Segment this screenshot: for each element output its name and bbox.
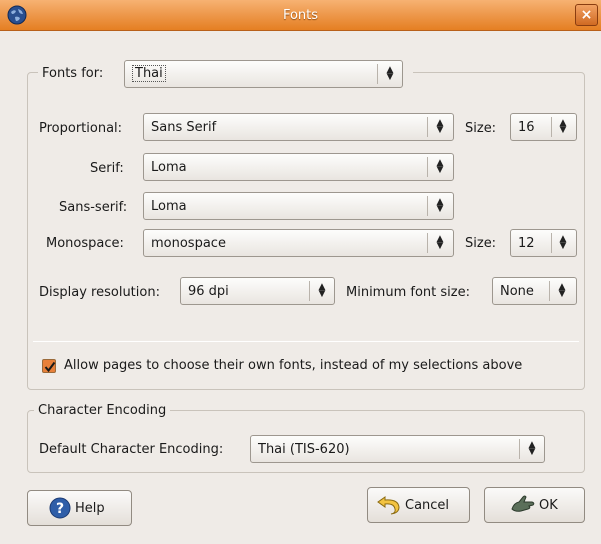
combo-arrows-icon: ▲ ▼ bbox=[436, 158, 444, 175]
fonts-for-label: Fonts for: bbox=[42, 66, 104, 81]
sans-serif-label: Sans-serif: bbox=[59, 200, 128, 215]
combo-separator bbox=[427, 157, 428, 177]
allow-pages-label[interactable]: Allow pages to choose their own fonts, i… bbox=[64, 358, 522, 373]
combo-separator bbox=[377, 64, 378, 84]
combo-arrows-icon: ▲ ▼ bbox=[559, 118, 567, 135]
default-encoding-label: Default Character Encoding: bbox=[39, 442, 224, 457]
combo-separator bbox=[427, 196, 428, 216]
ok-button[interactable]: OK bbox=[484, 487, 585, 523]
minimum-font-size-label: Minimum font size: bbox=[346, 285, 470, 300]
fonts-for-legend: Fonts for: Thai ▲ ▼ bbox=[38, 60, 413, 90]
default-encoding-select[interactable]: Thai (TIS-620) ▲ ▼ bbox=[250, 435, 545, 463]
combo-separator bbox=[309, 281, 310, 301]
proportional-label: Proportional: bbox=[39, 121, 123, 136]
monospace-size-select[interactable]: 12 ▲ ▼ bbox=[510, 229, 577, 257]
section-divider bbox=[33, 341, 579, 342]
fonts-for-value: Thai bbox=[132, 65, 166, 82]
character-encoding-legend: Character Encoding bbox=[34, 403, 171, 418]
help-label: Help bbox=[75, 501, 105, 516]
help-button[interactable]: ? Help bbox=[27, 490, 132, 526]
ok-label: OK bbox=[539, 498, 558, 513]
sans-serif-select[interactable]: Loma ▲ ▼ bbox=[143, 192, 454, 220]
fonts-for-select[interactable]: Thai ▲ ▼ bbox=[124, 60, 403, 88]
serif-value: Loma bbox=[151, 160, 187, 175]
fonts-dialog: Fonts × Fonts for: Thai ▲ ▼ Proportional:… bbox=[0, 0, 601, 544]
combo-separator bbox=[519, 439, 520, 459]
combo-separator bbox=[551, 117, 552, 137]
serif-select[interactable]: Loma ▲ ▼ bbox=[143, 153, 454, 181]
minimum-font-size-select[interactable]: None ▲ ▼ bbox=[492, 277, 577, 305]
window-title: Fonts bbox=[282, 8, 319, 23]
combo-separator bbox=[549, 281, 550, 301]
default-encoding-value: Thai (TIS-620) bbox=[258, 442, 350, 457]
combo-separator bbox=[427, 233, 428, 253]
proportional-size-label: Size: bbox=[465, 121, 497, 136]
combo-arrows-icon: ▲ ▼ bbox=[386, 65, 394, 82]
cancel-label: Cancel bbox=[405, 498, 450, 513]
display-resolution-select[interactable]: 96 dpi ▲ ▼ bbox=[180, 277, 335, 305]
monospace-value: monospace bbox=[151, 236, 226, 251]
combo-separator bbox=[551, 233, 552, 253]
ok-hand-icon bbox=[509, 493, 537, 521]
combo-arrows-icon: ▲ ▼ bbox=[436, 197, 444, 214]
display-resolution-label: Display resolution: bbox=[39, 285, 160, 300]
checkmark-icon bbox=[44, 361, 56, 373]
serif-label: Serif: bbox=[90, 161, 124, 176]
combo-separator bbox=[427, 117, 428, 137]
help-icon: ? bbox=[49, 497, 71, 523]
sans-serif-value: Loma bbox=[151, 199, 187, 214]
undo-icon bbox=[376, 493, 402, 521]
title-bar[interactable]: Fonts × bbox=[0, 0, 601, 31]
monospace-select[interactable]: monospace ▲ ▼ bbox=[143, 229, 454, 257]
combo-arrows-icon: ▲ ▼ bbox=[559, 234, 567, 251]
combo-arrows-icon: ▲ ▼ bbox=[558, 282, 566, 299]
combo-arrows-icon: ▲ ▼ bbox=[528, 440, 536, 457]
monospace-size-label: Size: bbox=[465, 236, 497, 251]
monospace-size-value: 12 bbox=[518, 236, 535, 251]
proportional-size-select[interactable]: 16 ▲ ▼ bbox=[510, 113, 577, 141]
proportional-value: Sans Serif bbox=[151, 120, 217, 135]
proportional-size-value: 16 bbox=[518, 120, 535, 135]
cancel-button[interactable]: Cancel bbox=[367, 487, 470, 523]
combo-arrows-icon: ▲ ▼ bbox=[436, 118, 444, 135]
display-resolution-value: 96 dpi bbox=[188, 284, 229, 299]
close-icon[interactable]: × bbox=[575, 4, 598, 26]
combo-arrows-icon: ▲ ▼ bbox=[436, 234, 444, 251]
allow-pages-checkbox[interactable] bbox=[42, 359, 56, 373]
monospace-label: Monospace: bbox=[46, 236, 124, 251]
proportional-select[interactable]: Sans Serif ▲ ▼ bbox=[143, 113, 454, 141]
combo-arrows-icon: ▲ ▼ bbox=[318, 282, 326, 299]
minimum-font-size-value: None bbox=[500, 284, 534, 299]
svg-text:?: ? bbox=[56, 501, 64, 517]
